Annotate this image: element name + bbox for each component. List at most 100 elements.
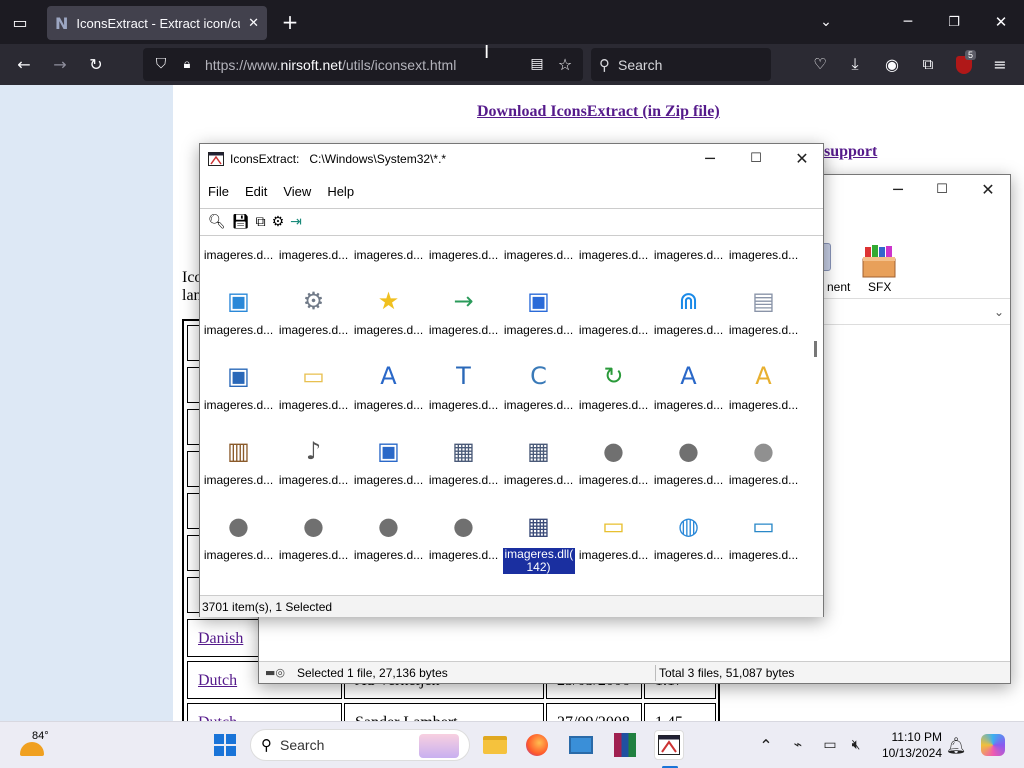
- icon-item[interactable]: ▦ imageres.dll( 142): [501, 504, 576, 579]
- icon-item[interactable]: ▦ imageres.d...: [501, 429, 576, 504]
- icon-item[interactable]: 🖵 imageres.d...: [501, 237, 576, 279]
- weather-widget[interactable]: 84°: [18, 730, 54, 760]
- search-box[interactable]: ⚲ Search: [591, 48, 771, 81]
- iconsextract-window[interactable]: IconsExtract: C:\Windows\System32\*.* ─ …: [199, 143, 824, 617]
- icon-item[interactable]: ▣ imageres.d...: [201, 354, 276, 429]
- icon-item[interactable]: Aimageres.d...: [351, 354, 426, 429]
- properties-icon[interactable]: ⚙: [272, 214, 285, 230]
- icon-item[interactable]: ▥ imageres.d...: [201, 429, 276, 504]
- icon-item[interactable]: ↻ imageres.d...: [576, 354, 651, 429]
- account-icon[interactable]: ◉: [880, 52, 904, 76]
- icon-item[interactable]: ▣ imageres.d...: [201, 279, 276, 354]
- menu-edit[interactable]: Edit: [237, 184, 275, 199]
- address-dropdown[interactable]: ⌄: [819, 303, 1010, 325]
- network-icon[interactable]: ⌁: [786, 733, 810, 757]
- icon-item[interactable]: ! imageres.d...: [351, 237, 426, 279]
- display-icon[interactable]: ▭: [818, 733, 842, 757]
- start-windows-icon[interactable]: [210, 730, 240, 760]
- icon-item[interactable]: ● imageres.d...: [351, 504, 426, 579]
- icon-item[interactable]: ● imageres.d...: [426, 504, 501, 579]
- back-icon[interactable]: ←: [12, 52, 36, 76]
- winrar-icon[interactable]: [610, 730, 640, 760]
- tab-overview-icon[interactable]: ▭: [8, 10, 32, 34]
- close-window-icon[interactable]: ✕: [989, 10, 1013, 34]
- download-zip-link[interactable]: Download IconsExtract (in Zip file): [477, 103, 720, 121]
- clock[interactable]: 11:10 PM 10/13/2024: [876, 729, 942, 761]
- scrollbar-thumb[interactable]: [814, 341, 817, 357]
- icon-item[interactable]: ● imageres.d...: [201, 504, 276, 579]
- close-icon[interactable]: ✕: [779, 144, 825, 172]
- copy-icon[interactable]: ⧉: [256, 214, 266, 230]
- icon-item[interactable]: ● imageres.d...: [276, 504, 351, 579]
- reader-view-icon[interactable]: ▤: [525, 52, 549, 76]
- pocket-icon[interactable]: ♡: [808, 52, 832, 76]
- icon-item[interactable]: imageres.d...: [576, 279, 651, 354]
- save-icon[interactable]: 💾︎: [232, 214, 250, 230]
- menu-file[interactable]: File: [200, 184, 237, 199]
- notification-bell-icon[interactable]: 🔔︎: [944, 733, 968, 757]
- back-maximize-icon[interactable]: ☐: [919, 175, 965, 203]
- copilot-icon[interactable]: [978, 730, 1008, 760]
- icon-item[interactable]: ⋒ imageres.d...: [651, 279, 726, 354]
- icon-item[interactable]: ▬ imageres.d...: [576, 237, 651, 279]
- sfx-archive-icon[interactable]: [859, 243, 899, 279]
- icon-item[interactable]: ▭ imageres.d...: [576, 504, 651, 579]
- minimize-window-icon[interactable]: ─: [896, 10, 920, 34]
- icon-item[interactable]: ▦ imageres.d...: [651, 237, 726, 279]
- chevron-down-icon[interactable]: ⌄: [994, 305, 1004, 319]
- reload-icon[interactable]: ↻: [84, 52, 108, 76]
- icon-item[interactable]: Cimageres.d...: [501, 354, 576, 429]
- language-link-danish[interactable]: Danish: [198, 630, 243, 648]
- tracking-shield-icon[interactable]: ⛉: [149, 52, 173, 76]
- icon-item[interactable]: ✖ imageres.d...: [201, 237, 276, 279]
- icon-item[interactable]: ★ imageres.d...: [351, 279, 426, 354]
- extensions-icon[interactable]: ⧉: [916, 52, 940, 76]
- ribbon-label-component[interactable]: nent: [827, 280, 850, 294]
- control-panel-icon[interactable]: [566, 730, 596, 760]
- icon-item[interactable]: ▦ imageres.d...: [426, 429, 501, 504]
- language-link-dutch[interactable]: Dutch: [198, 672, 237, 690]
- menu-view[interactable]: View: [275, 184, 319, 199]
- back-minimize-icon[interactable]: ─: [875, 175, 921, 203]
- ribbon-label-sfx[interactable]: SFX: [868, 280, 891, 294]
- icon-item[interactable]: ▣ imageres.d...: [501, 279, 576, 354]
- minimize-icon[interactable]: ─: [687, 144, 733, 172]
- maximize-icon[interactable]: ☐: [733, 144, 779, 172]
- icon-item[interactable]: ● imageres.d...: [576, 429, 651, 504]
- tray-overflow-icon[interactable]: ⌃: [754, 733, 778, 757]
- list-tabs-chevron-icon[interactable]: ⌄: [814, 10, 838, 34]
- icon-item[interactable]: ● imageres.d...: [651, 429, 726, 504]
- url-text[interactable]: https://www.nirsoft.net/utils/iconsext.h…: [205, 57, 456, 73]
- downloads-icon[interactable]: ⤓: [843, 52, 867, 76]
- search-files-icon[interactable]: 🔍︎: [208, 214, 226, 230]
- volume-icon[interactable]: 🔇︎: [844, 733, 868, 757]
- tab-close-icon[interactable]: ✕: [248, 15, 259, 31]
- restore-window-icon[interactable]: ❐: [942, 10, 966, 34]
- icon-item[interactable]: ♪ imageres.d...: [276, 429, 351, 504]
- firefox-icon[interactable]: [522, 730, 552, 760]
- back-close-icon[interactable]: ✕: [965, 175, 1011, 203]
- icon-item[interactable]: Aimageres.d...: [651, 354, 726, 429]
- icon-item[interactable]: ♪ imageres.d...: [426, 237, 501, 279]
- icon-item[interactable]: ⚙ imageres.d...: [276, 279, 351, 354]
- icon-item[interactable]: ✔ imageres.d...: [276, 237, 351, 279]
- iconsextract-taskbar-icon[interactable]: [654, 730, 684, 760]
- file-explorer-icon[interactable]: [480, 730, 510, 760]
- browser-tab[interactable]: N IconsExtract - Extract icon/curs ✕: [47, 6, 267, 40]
- icon-item[interactable]: Timageres.d...: [426, 354, 501, 429]
- new-tab-icon[interactable]: +: [278, 10, 302, 34]
- icon-item[interactable]: ▣ imageres.d...: [351, 429, 426, 504]
- icon-item[interactable]: ▭ imageres.d...: [276, 354, 351, 429]
- icon-item[interactable]: ◍ imageres.d...: [651, 504, 726, 579]
- menu-help[interactable]: Help: [319, 184, 362, 199]
- exit-icon[interactable]: ⇥: [290, 214, 302, 230]
- icon-item[interactable]: ▤ imageres.d...: [726, 279, 801, 354]
- taskbar-search[interactable]: ⚲ Search: [250, 729, 470, 761]
- lock-icon[interactable]: 🔒︎: [175, 52, 199, 76]
- icon-item[interactable]: → imageres.d...: [426, 279, 501, 354]
- bookmark-star-icon[interactable]: ☆: [553, 52, 577, 76]
- icon-item[interactable]: ▭ imageres.d...: [726, 504, 801, 579]
- support-link[interactable]: support: [824, 143, 877, 161]
- icon-item[interactable]: ▤ imageres.d...: [726, 237, 801, 279]
- url-bar[interactable]: ⛉ 🔒︎ https://www.nirsoft.net/utils/icons…: [143, 48, 583, 81]
